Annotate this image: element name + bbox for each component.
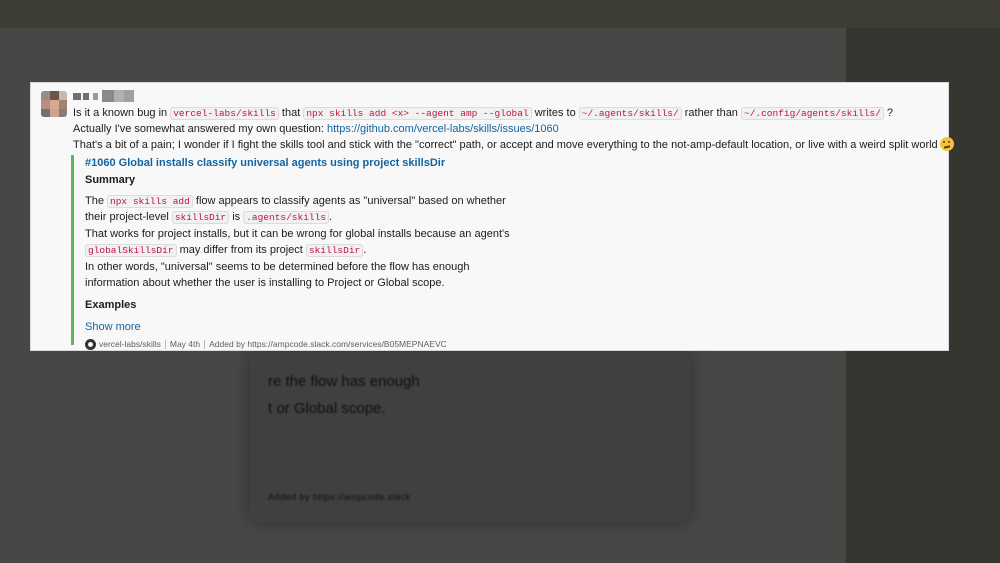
background-blurred-text: re the flow has enough <box>268 373 420 390</box>
unfurl-examples-heading: Examples <box>85 299 137 312</box>
link-unfurl: #1060 Global installs classify universal… <box>71 155 591 350</box>
footer-repo: vercel-labs/skills <box>99 339 161 350</box>
background-top-bar <box>0 0 1000 28</box>
unfurl-footer: vercel-labs/skills May 4th Added by http… <box>85 337 591 351</box>
unfurl-text: The npx skills add flow appears to class… <box>85 195 510 289</box>
thinking-face-icon <box>939 137 954 151</box>
footer-divider <box>164 339 166 349</box>
inline-code: ~/.config/agents/skills/ <box>741 107 884 120</box>
message-line-1: Is it a known bug in vercel-labs/skills … <box>73 107 894 120</box>
inline-code: npx skills add <box>107 195 193 208</box>
footer-date[interactable]: May 4th <box>170 336 200 352</box>
unfurl-summary-heading: Summary <box>85 174 136 186</box>
unfurl-title-link[interactable]: #1060 Global installs classify universal… <box>85 155 591 172</box>
inline-code: skillsDir <box>305 244 364 258</box>
footer-divider <box>204 339 206 349</box>
inline-code: skillsDir <box>171 211 230 225</box>
message-line-3: That's a bit of a pain; I wonder if I fi… <box>73 137 954 153</box>
show-more-link[interactable]: Show more <box>85 319 591 337</box>
inline-code: .agents/skills <box>243 211 330 225</box>
inline-code: ~/.agents/skills/ <box>578 107 682 120</box>
slack-message: Is it a known bug in vercel-labs/skills … <box>30 82 954 351</box>
background-blurred-text: Added by https://ampcode.slack <box>268 492 411 502</box>
footer-added-by: Added by https://ampcode.slack.com/servi… <box>209 339 447 350</box>
issue-link[interactable]: https://github.com/vercel-labs/skills/is… <box>327 123 559 135</box>
message-body: Is it a known bug in vercel-labs/skills … <box>73 105 954 153</box>
github-icon <box>85 338 96 350</box>
avatar[interactable] <box>41 91 67 117</box>
background-blurred-text: t or Global scope. <box>268 400 386 417</box>
inline-code: vercel-labs/skills <box>170 107 279 120</box>
inline-code: globalSkillsDir <box>85 244 177 258</box>
message-line-2: Actually I've somewhat answered my own q… <box>73 123 559 135</box>
inline-code: npx skills add <x> --agent amp --global <box>303 107 532 120</box>
